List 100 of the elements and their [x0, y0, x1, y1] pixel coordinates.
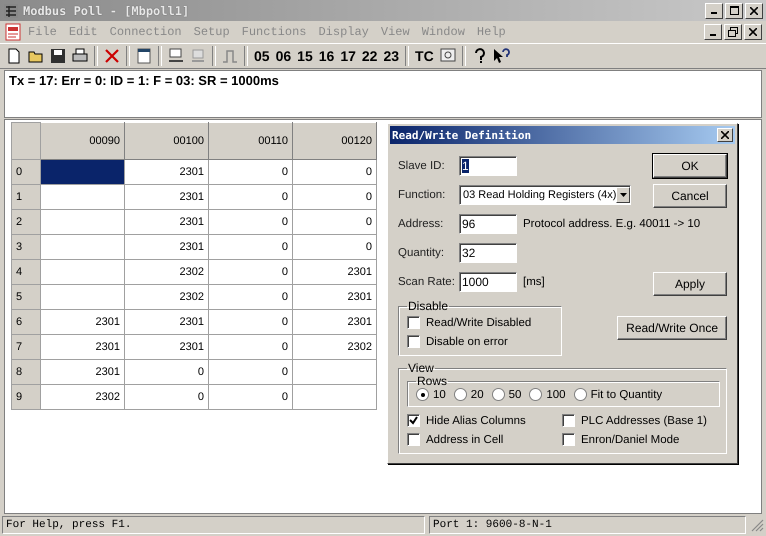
column-header: 00100: [124, 122, 208, 160]
checkbox[interactable]: [407, 433, 420, 446]
input-field[interactable]: 32: [459, 243, 517, 263]
table-cell: 2301: [40, 310, 124, 334]
function-code-button[interactable]: 15: [295, 48, 315, 64]
table-cell: 0: [208, 184, 292, 210]
row-header: 0: [12, 160, 40, 184]
table-cell: 0: [208, 210, 292, 234]
table-cell: 2301: [40, 334, 124, 360]
close-button[interactable]: [717, 128, 733, 142]
maximize-icon: [730, 6, 738, 15]
function-dropdown[interactable]: 03 Read Holding Registers (4x): [459, 185, 631, 205]
table-cell: 0: [208, 384, 292, 410]
table-cell: 0: [292, 210, 376, 234]
checkbox-label: Read/Write Disabled: [426, 316, 532, 328]
radio-button[interactable]: [454, 388, 467, 401]
table-cell: 2302: [124, 260, 208, 284]
table-cell: 0: [208, 310, 292, 334]
minimize-button[interactable]: [704, 24, 722, 40]
group-title: Rows: [416, 375, 448, 388]
radio-button[interactable]: [416, 388, 429, 401]
input-field[interactable]: 1: [459, 156, 517, 176]
table-cell: 2302: [124, 284, 208, 310]
table-cell: 2301: [124, 234, 208, 260]
radio-label: 50: [508, 388, 522, 400]
row-header: 4: [12, 260, 40, 284]
table-cell: 2301: [124, 184, 208, 210]
table-cell: 2301: [124, 334, 208, 360]
table-cell: 2302: [40, 384, 124, 410]
resize-grip-icon: [750, 518, 764, 532]
table-cell: 0: [208, 234, 292, 260]
checkbox-label: PLC Addresses (Base 1): [581, 414, 707, 426]
table-cell: 2301: [292, 310, 376, 334]
tc-button[interactable]: TC: [413, 48, 436, 64]
radio-button[interactable]: [492, 388, 505, 401]
function-code-button[interactable]: 17: [338, 48, 358, 64]
field-note: [ms]: [523, 276, 545, 288]
table-cell: 2301: [124, 160, 208, 184]
row-header: 9: [12, 384, 40, 410]
cancel-button[interactable]: Cancel: [653, 184, 727, 208]
table-cell: 2301: [292, 284, 376, 310]
function-code-button[interactable]: 22: [360, 48, 380, 64]
input-field[interactable]: 96: [459, 214, 517, 234]
table-cell: 2302: [292, 334, 376, 360]
input-field[interactable]: 1000: [459, 272, 517, 292]
row-header: 3: [12, 234, 40, 260]
status-help-text: For Help, press F1.: [2, 516, 425, 534]
apply-button[interactable]: Apply: [653, 272, 727, 296]
restore-icon: [728, 27, 738, 37]
table-cell: 2301: [40, 360, 124, 384]
table-cell: 2301: [292, 260, 376, 284]
table-cell: 2301: [124, 310, 208, 334]
radio-label: Fit to Quantity: [590, 388, 662, 400]
close-button[interactable]: [744, 24, 762, 40]
checkbox[interactable]: [562, 414, 575, 427]
table-cell: 0: [208, 360, 292, 384]
save-icon[interactable]: [48, 46, 68, 66]
table-cell: 0: [208, 160, 292, 184]
checkbox[interactable]: [407, 414, 420, 427]
table-cell: 0: [292, 234, 376, 260]
ok-button[interactable]: OK: [653, 154, 727, 178]
minimize-icon: [710, 34, 716, 36]
table-cell: 0: [292, 184, 376, 210]
row-header: 8: [12, 360, 40, 384]
radio-label: 10: [433, 388, 446, 400]
checkbox[interactable]: [407, 316, 420, 329]
close-icon: [721, 131, 729, 139]
table-cell: 0: [208, 260, 292, 284]
radio-button[interactable]: [529, 388, 542, 401]
read-write-once-button[interactable]: Read/Write Once: [617, 316, 727, 340]
field-label: Address:: [398, 218, 444, 230]
maximize-button[interactable]: [725, 2, 743, 18]
minimize-button[interactable]: [705, 2, 723, 18]
table-cell: 0: [208, 284, 292, 310]
checkbox-label: Enron/Daniel Mode: [581, 434, 680, 446]
function-code-button[interactable]: 06: [274, 48, 294, 64]
checkbox-label: Disable on error: [426, 336, 508, 348]
group-title: Disable: [407, 300, 450, 313]
table-cell: 0: [292, 160, 376, 184]
restore-button[interactable]: [724, 24, 742, 40]
table-cell: 2301: [124, 210, 208, 234]
checkbox[interactable]: [562, 433, 575, 446]
column-header: 00120: [292, 122, 376, 160]
checkbox-label: Address in Cell: [426, 434, 504, 446]
table-cell: 0: [124, 384, 208, 410]
radio-button[interactable]: [574, 388, 587, 401]
function-code-button[interactable]: 23: [381, 48, 402, 64]
checkbox-label: Hide Alias Columns: [426, 414, 526, 426]
context-help-icon[interactable]: [492, 46, 512, 66]
checkbox[interactable]: [407, 335, 420, 348]
document-icon: [4, 23, 22, 41]
status-message: Tx = 17: Err = 0: ID = 1: F = 03: SR = 1000ms: [9, 73, 279, 88]
table-cell: 0: [208, 334, 292, 360]
table-cell: 0: [124, 360, 208, 384]
radio-label: 20: [470, 388, 484, 400]
close-icon: [750, 6, 758, 14]
function-code-button[interactable]: 16: [316, 48, 336, 64]
close-button[interactable]: [745, 2, 763, 18]
field-label: Scan Rate:: [398, 276, 456, 288]
function-code-button[interactable]: 05: [252, 48, 272, 64]
